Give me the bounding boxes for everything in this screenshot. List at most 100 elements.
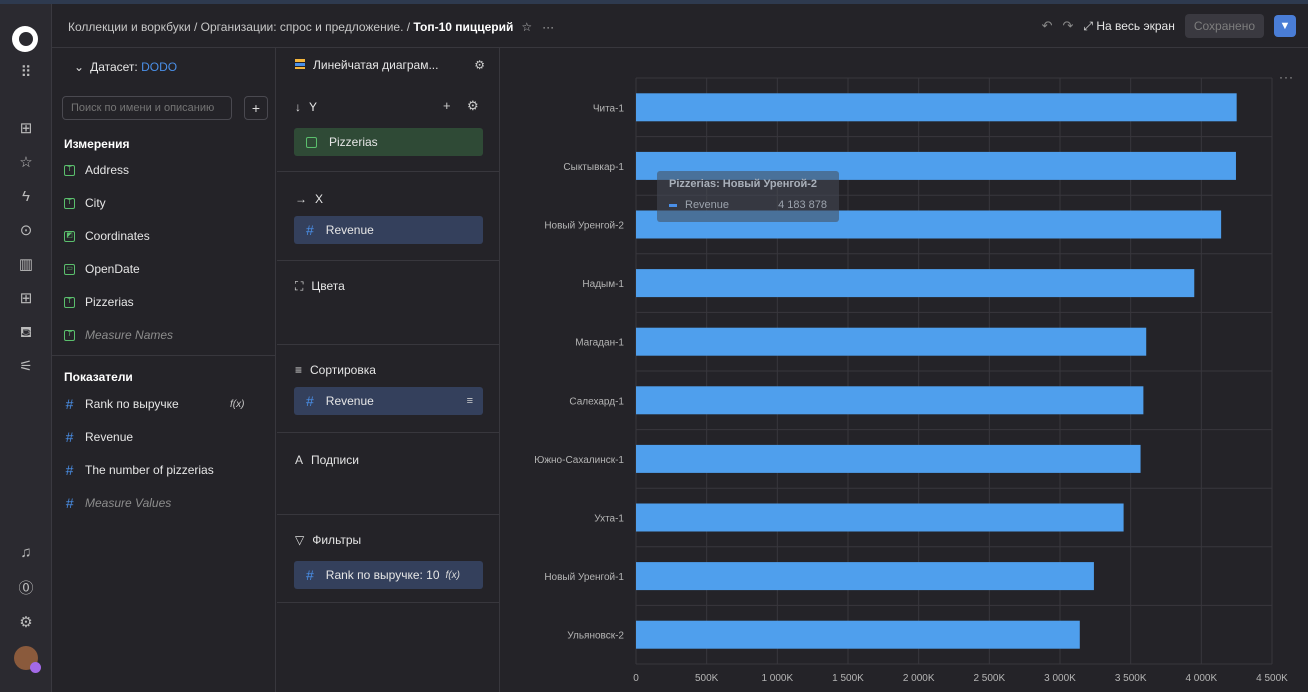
field-address[interactable]: T Address (64, 159, 264, 181)
number-type-icon: # (65, 495, 74, 511)
help-icon[interactable]: ⓪ (0, 580, 52, 598)
number-type-icon: # (306, 393, 314, 409)
bar[interactable] (636, 386, 1144, 415)
arrow-down-icon: ↓ (295, 100, 301, 114)
y-tick-label: Новый Уренгой-1 (544, 572, 624, 583)
slot-colors-title: ⛶ Цвета (295, 279, 345, 294)
settings-sliders-icon[interactable]: ⚟ (0, 358, 52, 376)
x-tick-label: 4 000K (1185, 673, 1217, 684)
text-type-icon: T (64, 296, 75, 308)
bar[interactable] (636, 444, 1141, 473)
bar-chart-icon (295, 59, 305, 69)
tooltip-series: Revenue (685, 199, 730, 211)
number-type-icon: # (65, 429, 74, 445)
chip-filter-rank[interactable]: # Rank по выручке: 10 f(x) (294, 561, 483, 589)
charts-icon[interactable]: ▥ (0, 256, 52, 274)
collections-icon[interactable]: ⊞ (0, 120, 52, 138)
slot-label: Y (309, 100, 318, 114)
x-tick-label: 2 500K (973, 673, 1005, 684)
chip-pizzerias[interactable]: Pizzerias (294, 128, 483, 156)
chevron-down-icon[interactable]: ▼ (1274, 15, 1296, 37)
field-measure-values[interactable]: # Measure Values (64, 492, 264, 514)
dataset-selector[interactable]: ⌄ Датасет: DODO (74, 60, 177, 74)
paint-bucket-icon: ⛶ (295, 279, 304, 293)
tooltip-swatch (669, 204, 677, 207)
chart-type-selector[interactable]: Линейчатая диаграм... ⚙ (295, 58, 485, 72)
undo-icon[interactable]: ↶ (1042, 18, 1053, 34)
field-city[interactable]: T City (64, 192, 264, 214)
number-type-icon: # (306, 567, 314, 583)
chip-label: Revenue (325, 223, 374, 237)
x-tick-label: 1 500K (832, 673, 864, 684)
dimensions-title: Измерения (64, 137, 130, 151)
slot-sort-title: ≡ Сортировка (295, 363, 376, 377)
slot-colors: ⛶ Цвета (277, 261, 499, 345)
field-label: Measure Values (85, 496, 172, 510)
dataset-label: Датасет: (90, 60, 138, 74)
add-field-button[interactable]: + (244, 96, 268, 120)
field-revenue[interactable]: # Revenue (64, 426, 264, 448)
apps-grid-icon[interactable]: ⠿ (0, 64, 52, 82)
chart-type-label: Линейчатая диаграм... (313, 58, 439, 72)
logo-icon[interactable] (12, 26, 38, 52)
field-label: Coordinates (85, 229, 150, 243)
field-measure-names[interactable]: T Measure Names (64, 324, 264, 346)
field-rank-revenue[interactable]: # Rank по выручке f(x) (64, 393, 264, 415)
chevron-down-icon: ⌄ (74, 60, 85, 74)
field-coordinates[interactable]: ◩ Coordinates (64, 225, 264, 247)
redo-icon[interactable]: ↷ (1062, 18, 1073, 34)
number-type-icon: # (65, 396, 74, 412)
left-rail: ⠿ ⊞ ☆ ϟ ⊙ ▥ ⊞ ⛾ ⚟ ♫ ⓪ ⚙ (0, 4, 52, 692)
bar[interactable] (636, 93, 1237, 122)
fullscreen-button[interactable]: ⤢ На весь экран (1083, 19, 1174, 34)
x-tick-label: 1 000K (761, 673, 793, 684)
lightning-icon[interactable]: ϟ (0, 188, 52, 206)
chip-revenue[interactable]: # Revenue (294, 216, 483, 244)
more-icon[interactable]: ··· (542, 20, 554, 34)
tooltip-row: Revenue 4 183 878 (669, 199, 827, 211)
breadcrumb-path[interactable]: Коллекции и воркбуки / Организации: спро… (68, 20, 413, 34)
cart-icon[interactable]: ⛾ (0, 324, 52, 342)
chip-sort-revenue[interactable]: # Revenue ≡ (294, 387, 483, 415)
dataset-name[interactable]: DODO (141, 60, 177, 74)
dashboards-icon[interactable]: ⊞ (0, 290, 52, 308)
bar[interactable] (636, 269, 1195, 298)
add-icon[interactable]: + (443, 98, 451, 113)
slot-label: X (315, 192, 324, 206)
x-tick-label: 3 500K (1115, 673, 1147, 684)
slot-x-title: → X (295, 192, 323, 206)
field-label: Revenue (85, 430, 134, 444)
bar-chart: 0 500K 1 000K 1 500K 2 000K 2 500K 3 000K 3 500… (534, 77, 1288, 684)
text-type-icon (306, 136, 317, 148)
sort-direction-icon[interactable]: ≡ (467, 395, 473, 407)
text-type-icon: T (64, 197, 75, 209)
field-opendate[interactable]: ▭ OpenDate (64, 258, 264, 280)
search-input[interactable] (62, 96, 232, 120)
field-number-of-pizzerias[interactable]: # The number of pizzerias (64, 459, 264, 481)
bar[interactable] (636, 503, 1124, 532)
bell-icon[interactable]: ♫ (0, 544, 52, 562)
field-pizzerias[interactable]: T Pizzerias (64, 291, 264, 313)
chip-label: Rank по выручке: 10 (325, 568, 440, 582)
favorites-star-icon[interactable]: ☆ (0, 154, 52, 172)
bar[interactable] (636, 327, 1147, 356)
bar[interactable] (636, 562, 1094, 591)
slot-sort: ≡ Сортировка # Revenue ≡ (277, 345, 499, 433)
filter-icon: ▽ (295, 533, 305, 547)
formula-icon: f(x) (230, 398, 245, 410)
star-icon[interactable]: ☆ (521, 20, 532, 34)
slot-y: ↓ Y + ⚙ Pizzerias (277, 84, 499, 172)
connections-icon[interactable]: ⊙ (0, 222, 52, 240)
bar[interactable] (636, 620, 1080, 649)
y-tick-label: Ухта-1 (594, 514, 624, 525)
save-button[interactable]: Сохранено (1184, 14, 1264, 38)
field-label: Rank по выручке (85, 397, 179, 411)
avatar[interactable] (14, 646, 41, 673)
slot-labels: A Подписи (277, 433, 499, 515)
slot-label: Цвета (311, 279, 345, 293)
gear-icon[interactable]: ⚙ (0, 614, 52, 632)
wizard-panel: Линейчатая диаграм... ⚙ ↓ Y + ⚙ Pizzerias… (277, 48, 500, 692)
gear-icon[interactable]: ⚙ (474, 58, 485, 72)
chart-area: ··· 0 500K 1 000K 1 500K 2 000K 2 500K 3 000K 3… (501, 48, 1308, 692)
gear-icon[interactable]: ⚙ (467, 98, 479, 114)
